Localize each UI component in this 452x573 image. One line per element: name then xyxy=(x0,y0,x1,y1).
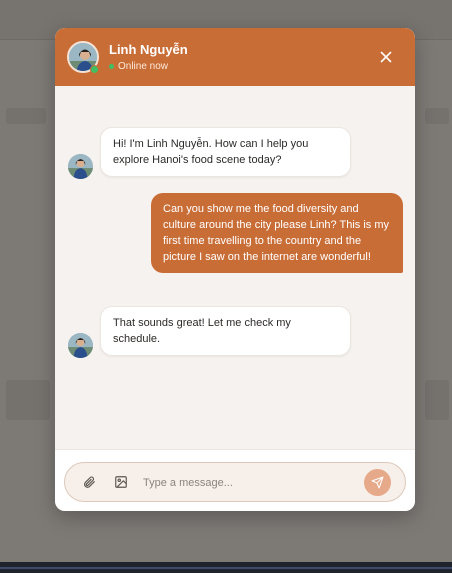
agent-avatar xyxy=(68,333,93,358)
user-message: Can you show me the food diversity and c… xyxy=(151,193,403,273)
chat-window: Linh Nguyễn Online now Hi! I'm Linh Nguy… xyxy=(55,28,415,511)
avatar-image xyxy=(68,333,93,358)
online-status: Online now xyxy=(109,61,168,72)
close-icon xyxy=(380,51,392,63)
attach-button[interactable] xyxy=(79,472,99,492)
backdrop-block xyxy=(425,108,449,124)
send-icon xyxy=(371,476,384,489)
backdrop-block xyxy=(6,380,50,420)
chat-header: Linh Nguyễn Online now xyxy=(55,28,415,86)
online-status-dot xyxy=(90,65,99,74)
agent-name: Linh Nguyễn xyxy=(109,42,188,57)
agent-message: That sounds great! Let me check my sched… xyxy=(100,306,351,356)
online-indicator xyxy=(109,64,114,69)
message-list: Hi! I'm Linh Nguyễn. How can I help you … xyxy=(55,86,415,449)
agent-message: Hi! I'm Linh Nguyễn. How can I help you … xyxy=(100,127,351,177)
taskbar-line xyxy=(0,567,452,569)
paperclip-icon xyxy=(84,476,95,488)
image-icon xyxy=(115,476,127,488)
agent-avatar xyxy=(68,154,93,179)
image-button[interactable] xyxy=(111,472,131,492)
backdrop-block xyxy=(6,108,46,124)
message-composer xyxy=(64,462,406,502)
backdrop-block xyxy=(425,380,449,420)
composer-area xyxy=(55,449,415,511)
taskbar-strip xyxy=(0,562,452,573)
status-text: Online now xyxy=(118,61,169,72)
send-button[interactable] xyxy=(364,469,391,496)
message-input[interactable] xyxy=(143,473,353,493)
close-button[interactable] xyxy=(377,48,395,66)
avatar-image xyxy=(68,154,93,179)
